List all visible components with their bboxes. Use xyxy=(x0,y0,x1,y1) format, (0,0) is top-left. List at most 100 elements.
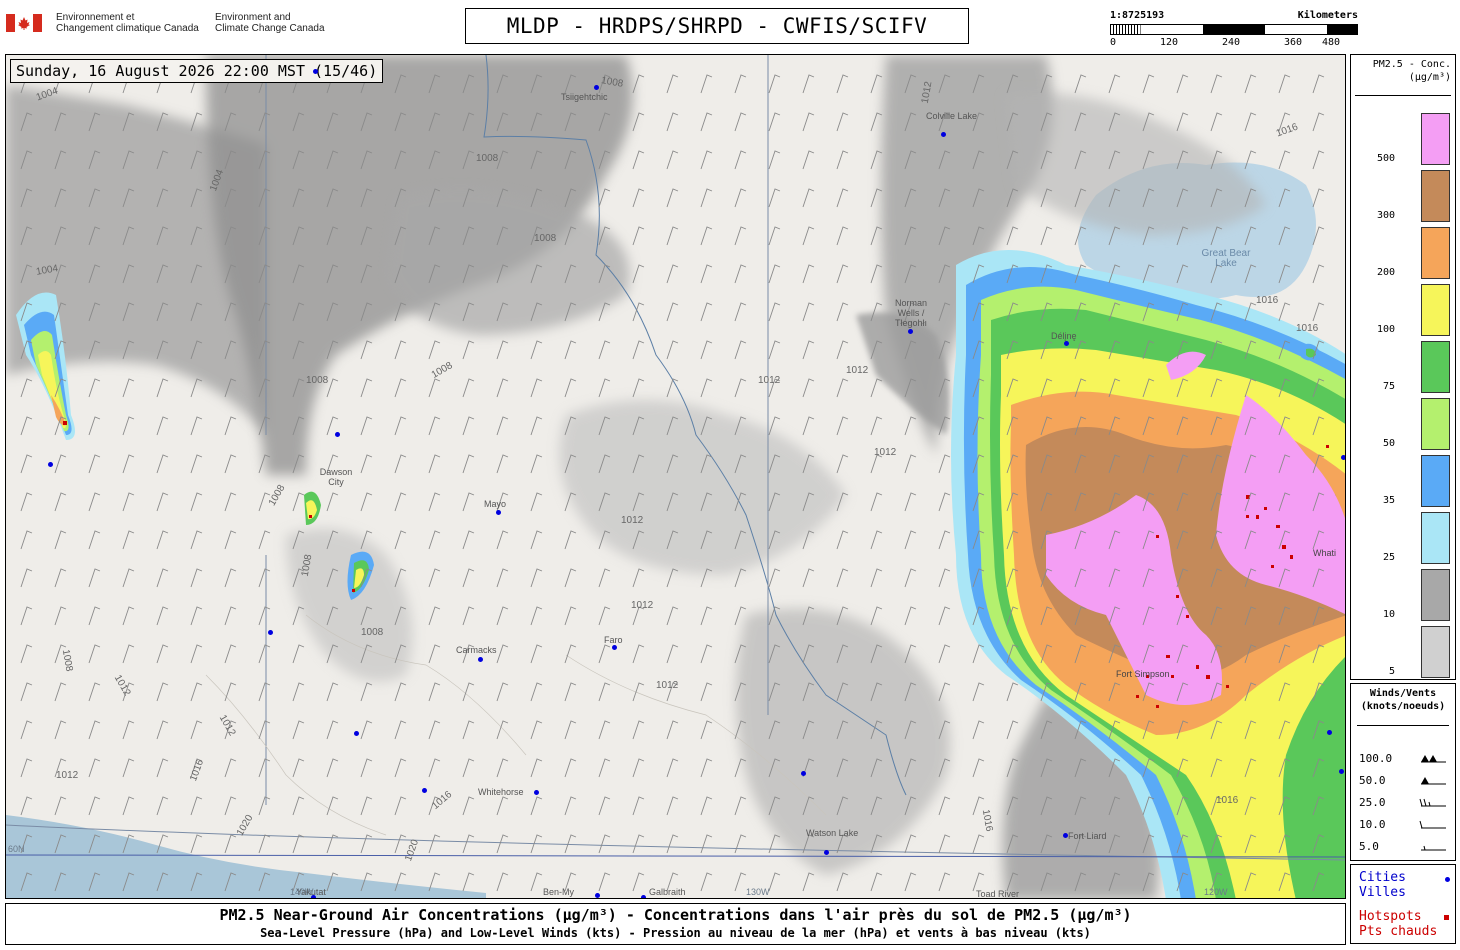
city-label: Mayo xyxy=(484,499,507,509)
scale-tick: 0 xyxy=(1110,37,1117,48)
city-dot[interactable] xyxy=(595,893,600,898)
wind-legend-row: 5.0 xyxy=(1359,840,1449,854)
city-label: Faro xyxy=(604,635,623,645)
city-dot[interactable] xyxy=(1339,769,1344,774)
city-dot[interactable] xyxy=(594,85,599,90)
city-dot[interactable] xyxy=(354,731,359,736)
city-label: Dawson City xyxy=(319,467,353,487)
pm25-legend-swatch xyxy=(1421,626,1450,678)
graticule-label: 60N xyxy=(8,844,25,854)
pm25-legend-label: 10 xyxy=(1382,609,1395,620)
hotspots-legend-entry: Hotspots Pts chauds xyxy=(1359,909,1438,939)
city-label: Délįnę xyxy=(1051,331,1077,341)
graticule-label: 130W xyxy=(746,887,770,897)
map-canvas[interactable] xyxy=(6,55,1346,899)
scale-tick: 120 xyxy=(1160,37,1179,48)
wind-legend-row: 25.0 xyxy=(1359,796,1449,810)
isobar-label: 1008 xyxy=(476,153,499,164)
city-dot[interactable] xyxy=(313,69,318,74)
city-dot[interactable] xyxy=(908,329,913,334)
pm25-legend-swatch xyxy=(1421,284,1450,336)
isobar-label: 1008 xyxy=(361,627,384,638)
pm25-legend-title: PM2.5 - Conc. (µg/m³) xyxy=(1372,59,1451,83)
pm25-legend-label: 25 xyxy=(1382,552,1395,563)
pm25-legend-label: 500 xyxy=(1376,153,1395,164)
wind-legend-row: 10.0 xyxy=(1359,818,1449,832)
city-dot[interactable] xyxy=(335,432,340,437)
pm25-legend-label: 50 xyxy=(1382,438,1395,449)
city-label: Whati xyxy=(1313,548,1337,558)
city-label: Carmacks xyxy=(456,645,497,655)
isobar-label: 1012 xyxy=(874,447,897,458)
map-panel[interactable]: Sunday, 16 August 2026 22:00 MST (15/46)… xyxy=(5,54,1346,899)
isobar-label: 1012 xyxy=(56,770,79,781)
isobar-label: 1016 xyxy=(1216,795,1239,806)
scale-tick: 240 xyxy=(1222,37,1241,48)
pm25-legend-swatch xyxy=(1421,455,1450,507)
wind-legend-row: 100.0 xyxy=(1359,752,1449,766)
city-dot[interactable] xyxy=(641,895,646,898)
pm25-legend-swatch xyxy=(1421,170,1450,222)
scale-tick: 480 xyxy=(1322,37,1341,48)
isobar-label: 1016 xyxy=(1296,323,1319,334)
hotspot-square-icon xyxy=(1444,915,1449,920)
city-dot[interactable] xyxy=(422,788,427,793)
scale-bar-graphic xyxy=(1110,24,1358,35)
pm25-legend-swatch xyxy=(1421,569,1450,621)
pm25-legend-label: 75 xyxy=(1382,381,1395,392)
caption-line-2: Sea-Level Pressure (hPa) and Low-Level W… xyxy=(260,926,1091,940)
city-label: Fort Liard xyxy=(1068,831,1107,841)
scale-bar: 1:8725193 Kilometers 0 120 240 360 480 xyxy=(1110,10,1358,50)
pm25-legend-swatch xyxy=(1421,341,1450,393)
city-dot[interactable] xyxy=(496,510,501,515)
graticule-label: 120W xyxy=(1204,887,1228,897)
pm25-legend-label: 200 xyxy=(1376,267,1395,278)
wind-barb-5-icon xyxy=(1421,845,1446,851)
isobar-label: 1016 xyxy=(1256,295,1279,306)
city-label: Ben-My xyxy=(543,887,575,897)
scale-ratio: 1:8725193 xyxy=(1110,10,1165,21)
scale-unit: Kilometers xyxy=(1297,10,1358,21)
product-title: MLDP - HRDPS/SHRPD - CWFIS/SCIFV xyxy=(465,8,969,44)
pm25-legend-swatch xyxy=(1421,227,1450,279)
wind-barb-50-icon xyxy=(1421,777,1446,785)
isobar-label: 1012 xyxy=(758,375,781,386)
points-legend: Cities Villes Hotspots Pts chauds xyxy=(1350,864,1456,944)
lake-label: Great Bear Lake xyxy=(1201,248,1251,269)
agency-name-fr: Environnement et Changement climatique Ca… xyxy=(56,12,199,34)
isobar-label: 1012 xyxy=(656,680,679,691)
city-dot[interactable] xyxy=(534,790,539,795)
wind-barb-10-icon xyxy=(1419,820,1446,829)
agency-name-en: Environment and Climate Change Canada xyxy=(215,12,325,34)
city-label: Whitehorse xyxy=(478,787,524,797)
eccc-logo: Environnement et Changement climatique Ca… xyxy=(6,12,326,42)
city-dot[interactable] xyxy=(478,657,483,662)
city-dot[interactable] xyxy=(268,630,273,635)
city-dot-icon xyxy=(1445,877,1450,882)
city-dot[interactable] xyxy=(48,462,53,467)
wind-legend-row: 50.0 xyxy=(1359,774,1449,788)
isobar-label: 1012 xyxy=(631,600,654,611)
pm25-legend-label: 35 xyxy=(1382,495,1395,506)
map-caption: PM2.5 Near-Ground Air Concentrations (µg… xyxy=(5,903,1346,945)
pm25-legend-label: 300 xyxy=(1376,210,1395,221)
city-dot[interactable] xyxy=(1327,730,1332,735)
city-dot[interactable] xyxy=(1064,341,1069,346)
city-dot[interactable] xyxy=(612,645,617,650)
isobar-label: 1008 xyxy=(306,375,329,386)
wind-legend: Winds/Vents (knots/noeuds) 100.0 50.0 25.… xyxy=(1350,683,1456,861)
city-label: Fort Simpson xyxy=(1116,669,1170,679)
pm25-legend-swatch xyxy=(1421,512,1450,564)
scale-tick: 360 xyxy=(1284,37,1303,48)
city-dot[interactable] xyxy=(941,132,946,137)
wind-barb-100-icon xyxy=(1421,755,1446,763)
pm25-legend-label: 5 xyxy=(1388,666,1395,677)
forecast-timestamp: Sunday, 16 August 2026 22:00 MST (15/46) xyxy=(10,59,384,83)
city-dot[interactable] xyxy=(1341,455,1345,460)
city-dot[interactable] xyxy=(801,771,806,776)
pm25-legend-swatch xyxy=(1421,398,1450,450)
wind-barb-25-icon xyxy=(1419,798,1446,807)
city-label: Toad River xyxy=(976,889,1020,899)
cities-legend-entry: Cities Villes xyxy=(1359,870,1406,900)
city-dot[interactable] xyxy=(824,850,829,855)
